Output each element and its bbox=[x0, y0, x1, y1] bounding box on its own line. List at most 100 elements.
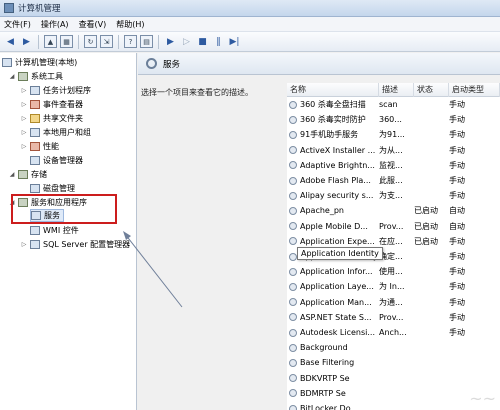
service-name-text: Apache_pn bbox=[300, 206, 344, 216]
table-row[interactable]: Adobe Flash Pla... 此服... 手动 bbox=[287, 174, 500, 187]
service-startup-type: 自动 bbox=[449, 206, 465, 216]
service-startup-type: 自动 bbox=[449, 221, 465, 231]
service-description: 在应... bbox=[379, 236, 403, 246]
service-name: BDKVRTP Se bbox=[289, 372, 379, 385]
service-name: BitLocker Do bbox=[289, 402, 379, 410]
service-name-text: Application Laye... bbox=[300, 282, 374, 292]
service-name-text: BDMRTP Se bbox=[300, 388, 346, 398]
table-row[interactable]: 91手机助手服务 为91... 手动 bbox=[287, 128, 500, 141]
table-row[interactable]: Background bbox=[287, 341, 500, 354]
computer-management-window: 计算机管理 文件(F) 操作(A) 查看(V) 帮助(H) ◀ ▶ ▲ ▦ ↻ … bbox=[0, 0, 500, 410]
table-row[interactable]: BDMRTP Se bbox=[287, 387, 500, 400]
service-gear-icon bbox=[289, 404, 297, 410]
table-row[interactable]: Application Man... 为通... 手动 bbox=[287, 296, 500, 309]
service-status bbox=[414, 250, 448, 263]
table-row[interactable]: ASP.NET State S... Prov... 手动 bbox=[287, 311, 500, 324]
service-description bbox=[379, 204, 412, 217]
service-name-text: 360 杀毒实时防护 bbox=[300, 115, 366, 125]
table-header: 名称 描述 状态 启动类型 bbox=[287, 83, 500, 97]
service-name: Adobe Flash Pla... bbox=[289, 174, 379, 187]
service-status bbox=[414, 98, 448, 111]
service-name-text: Apple Mobile D... bbox=[300, 221, 368, 231]
service-name: Application Expe... bbox=[289, 235, 379, 248]
service-status bbox=[414, 387, 448, 400]
column-startup-header[interactable]: 启动类型 bbox=[449, 83, 500, 97]
service-description bbox=[379, 387, 412, 400]
service-gear-icon bbox=[289, 191, 297, 200]
service-description: 为通... bbox=[379, 297, 403, 307]
table-row[interactable]: Adaptive Brightn... 监视... 手动 bbox=[287, 159, 500, 172]
service-startup-type: 手动 bbox=[449, 297, 465, 307]
service-gear-icon bbox=[289, 374, 297, 383]
service-gear-icon bbox=[289, 115, 297, 124]
service-status bbox=[414, 144, 448, 157]
service-status bbox=[414, 326, 448, 339]
table-row[interactable]: 360 杀毒实时防护 360... 手动 bbox=[287, 113, 500, 126]
service-status bbox=[414, 265, 448, 278]
service-name: Application Infor... bbox=[289, 265, 379, 278]
service-gear-icon bbox=[289, 161, 297, 170]
table-row[interactable]: Application Laye... 为 In... 手动 bbox=[287, 280, 500, 293]
service-status bbox=[414, 296, 448, 309]
service-name-text: 360 杀毒全盘扫描 bbox=[300, 100, 366, 109]
service-startup-type: 手动 bbox=[449, 145, 465, 155]
table-row[interactable]: Apache_pn 已启动 自动 bbox=[287, 204, 500, 217]
service-name-text: Autodesk Licensi... bbox=[300, 328, 376, 337]
service-gear-icon bbox=[289, 328, 297, 337]
service-gear-icon bbox=[289, 389, 297, 398]
description-prompt: 选择一个项目来查看它的描述。 bbox=[141, 88, 253, 97]
service-gear-icon bbox=[289, 222, 297, 231]
service-status bbox=[414, 402, 448, 410]
service-startup-type: 手动 bbox=[449, 115, 465, 125]
column-description-header[interactable]: 描述 bbox=[379, 83, 414, 97]
service-status bbox=[414, 159, 448, 172]
column-name-header[interactable]: 名称 bbox=[287, 83, 379, 97]
watermark-logo: ~~ bbox=[469, 389, 496, 408]
table-row[interactable]: Apple Mobile D... Prov... 已启动 自动 bbox=[287, 220, 500, 233]
service-gear-icon bbox=[289, 267, 297, 276]
service-status: 已启动 bbox=[414, 221, 438, 231]
table-row[interactable]: Autodesk Licensi... Anch... 手动 bbox=[287, 326, 500, 339]
table-row[interactable]: Application Expe... 在应... 已启动 手动 bbox=[287, 235, 500, 248]
table-row[interactable]: Application Infor... 使用... 手动 bbox=[287, 265, 500, 278]
service-startup-type: 手动 bbox=[449, 191, 465, 201]
service-startup-type: 手动 bbox=[449, 176, 465, 185]
service-gear-icon bbox=[289, 130, 297, 139]
table-row[interactable]: ActiveX Installer ... 为从... 手动 bbox=[287, 144, 500, 157]
service-name-text: Adobe Flash Pla... bbox=[300, 176, 371, 185]
service-startup-type bbox=[449, 341, 500, 354]
services-panel-title: 服务 bbox=[163, 59, 181, 70]
service-name: Apache_pn bbox=[289, 204, 379, 217]
table-row[interactable]: 360 杀毒全盘扫描 scan 手动 bbox=[287, 98, 500, 111]
table-row[interactable]: Alipay security s... 为支... 手动 bbox=[287, 189, 500, 202]
service-name-text: Application Expe... bbox=[300, 236, 375, 246]
service-gear-icon bbox=[289, 146, 297, 155]
service-startup-type: 手动 bbox=[449, 236, 465, 246]
table-row[interactable]: BitLocker Do bbox=[287, 402, 500, 410]
service-description: 360... bbox=[379, 115, 402, 125]
service-gear-icon bbox=[289, 100, 297, 109]
service-name: Application Laye... bbox=[289, 280, 379, 293]
service-description: 为支... bbox=[379, 191, 403, 201]
column-status-header[interactable]: 状态 bbox=[414, 83, 449, 97]
service-name: Base Filtering bbox=[289, 356, 379, 369]
service-name-text: Adaptive Brightn... bbox=[300, 160, 375, 170]
table-row[interactable]: BDKVRTP Se bbox=[287, 372, 500, 385]
service-startup-type: 手动 bbox=[449, 328, 465, 337]
service-description: 为 In... bbox=[379, 282, 405, 292]
service-name-text: 91手机助手服务 bbox=[300, 130, 359, 140]
service-description bbox=[379, 402, 412, 410]
service-name: 360 杀毒实时防护 bbox=[289, 113, 379, 126]
service-description bbox=[379, 341, 412, 354]
service-gear-icon bbox=[289, 313, 297, 322]
service-name-text: ActiveX Installer ... bbox=[300, 145, 376, 155]
service-status: 已启动 bbox=[414, 206, 438, 216]
service-name: ASP.NET State S... bbox=[289, 311, 379, 324]
service-name-text: Background bbox=[300, 343, 348, 353]
service-startup-type: 手动 bbox=[449, 160, 465, 170]
service-description bbox=[379, 356, 412, 369]
service-status bbox=[414, 311, 448, 324]
service-gear-icon bbox=[289, 358, 297, 367]
service-name: 360 杀毒全盘扫描 bbox=[289, 98, 379, 111]
table-row[interactable]: Base Filtering bbox=[287, 356, 500, 369]
